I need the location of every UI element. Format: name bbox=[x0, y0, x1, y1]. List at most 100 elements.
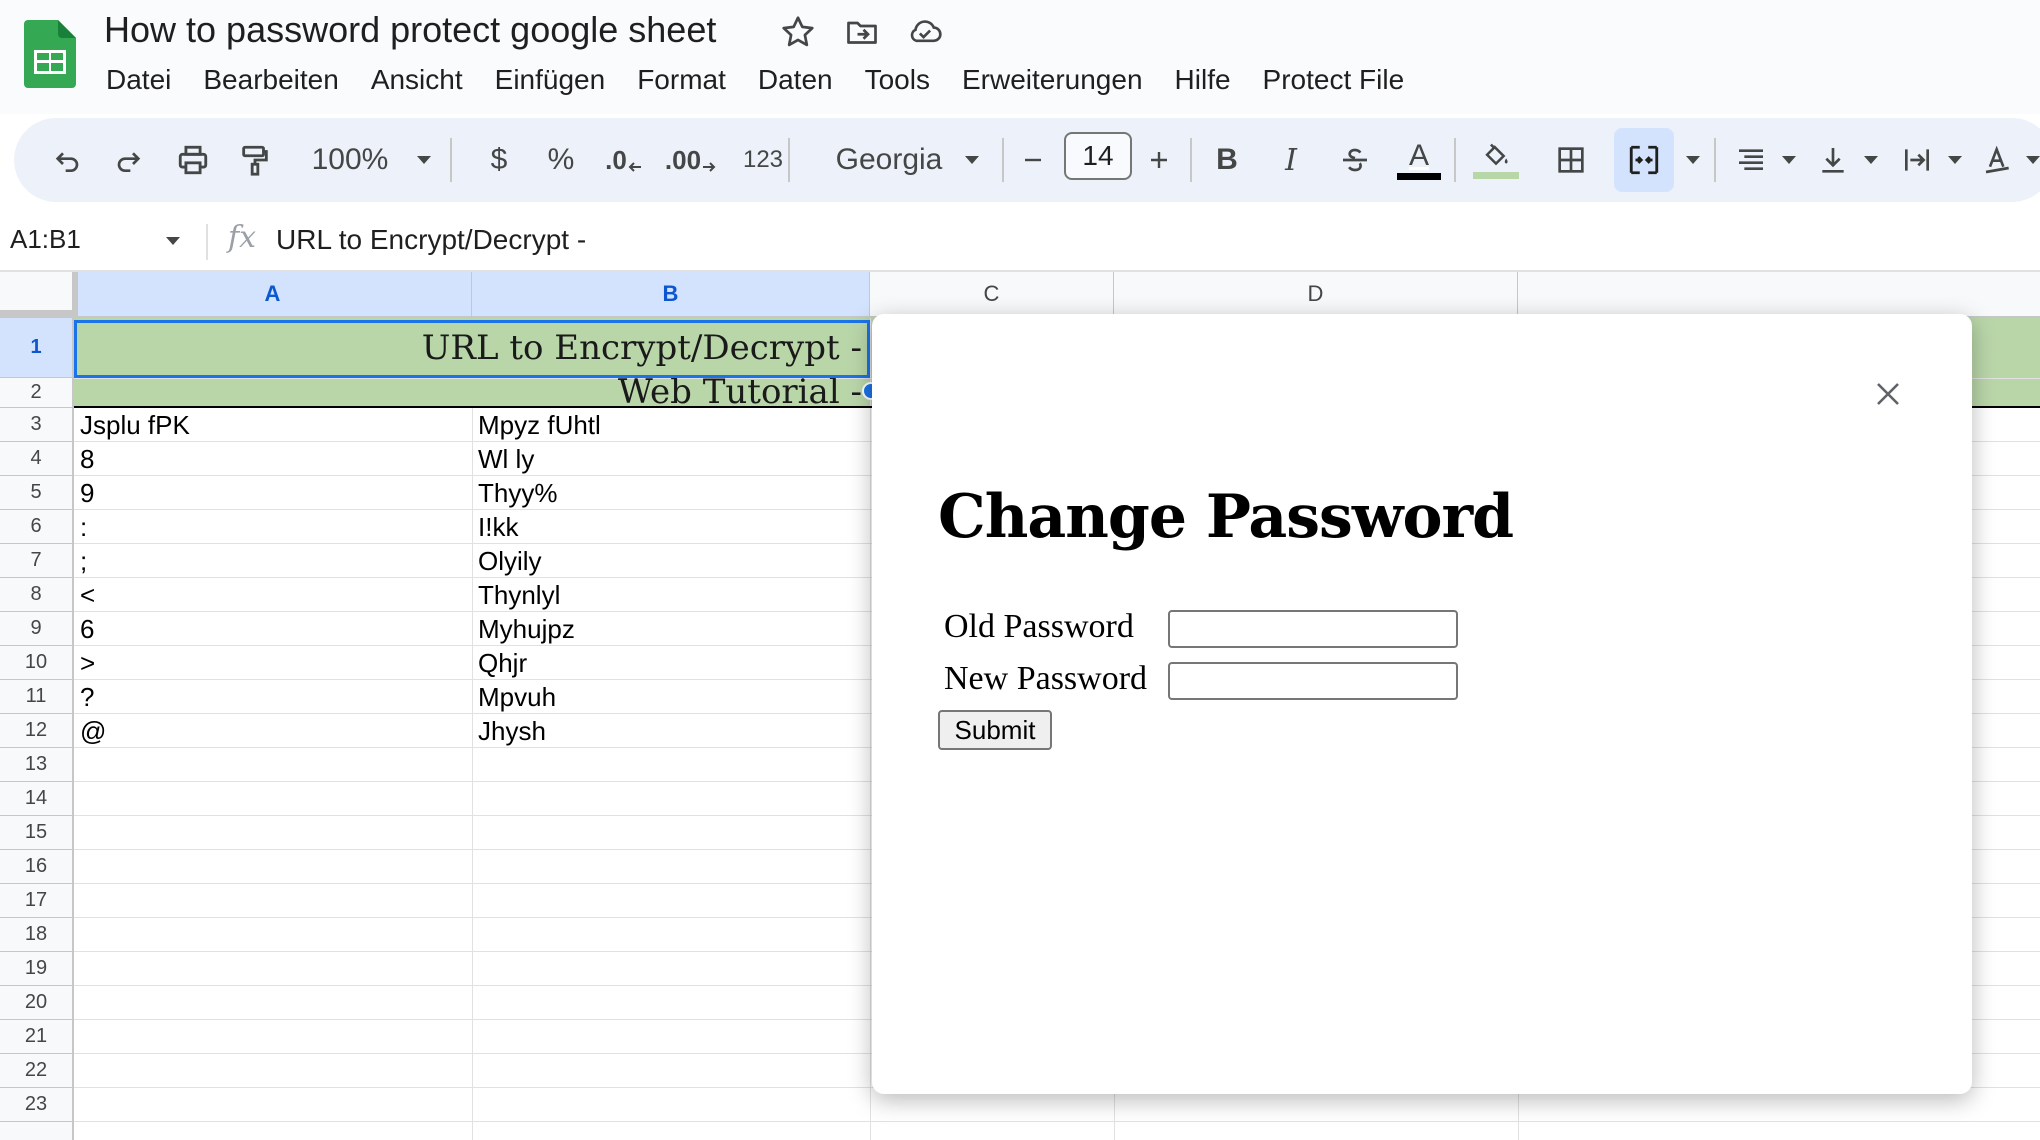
row-header[interactable]: 23 bbox=[0, 1088, 72, 1122]
new-password-field[interactable] bbox=[1168, 662, 1458, 700]
menu-format[interactable]: Format bbox=[637, 58, 726, 102]
cell-b[interactable]: Mpvuh bbox=[478, 680, 556, 714]
cell-a[interactable]: ; bbox=[80, 544, 87, 578]
column-header-d[interactable]: D bbox=[1114, 272, 1518, 316]
row-header[interactable]: 15 bbox=[0, 816, 72, 850]
cell-a[interactable]: 6 bbox=[80, 612, 94, 646]
cell-b[interactable]: Thyy% bbox=[478, 476, 557, 510]
row-header[interactable]: 6 bbox=[0, 510, 72, 544]
menu-datei[interactable]: Datei bbox=[106, 58, 171, 102]
undo-icon[interactable] bbox=[42, 118, 92, 202]
merged-cell-a2[interactable]: Web Tutorial - bbox=[74, 372, 862, 412]
row-header[interactable]: 8 bbox=[0, 578, 72, 612]
row-header[interactable]: 4 bbox=[0, 442, 72, 476]
decrease-decimal-button[interactable]: .0 bbox=[594, 118, 654, 202]
bold-button[interactable]: B bbox=[1202, 118, 1252, 202]
close-icon[interactable] bbox=[1868, 374, 1908, 414]
row-header[interactable]: 11 bbox=[0, 680, 72, 714]
increase-decimal-button[interactable]: .00 bbox=[658, 118, 724, 202]
name-box-dropdown-icon[interactable] bbox=[164, 234, 182, 252]
fill-color-button[interactable] bbox=[1468, 118, 1524, 202]
font-dropdown-icon[interactable] bbox=[952, 118, 992, 202]
name-box[interactable]: A1:B1 bbox=[10, 224, 81, 255]
row-header[interactable]: 1 bbox=[0, 318, 72, 378]
column-header-b[interactable]: B bbox=[472, 272, 870, 316]
percent-format-button[interactable]: % bbox=[536, 118, 586, 202]
row-header[interactable]: 12 bbox=[0, 714, 72, 748]
row-header[interactable]: 7 bbox=[0, 544, 72, 578]
increase-font-size-icon[interactable] bbox=[1136, 118, 1182, 202]
column-header-c[interactable]: C bbox=[870, 272, 1114, 316]
menu-bearbeiten[interactable]: Bearbeiten bbox=[203, 58, 338, 102]
menu-hilfe[interactable]: Hilfe bbox=[1175, 58, 1231, 102]
star-icon[interactable] bbox=[780, 14, 816, 50]
menu-erweiterungen[interactable]: Erweiterungen bbox=[962, 58, 1143, 102]
cell-a[interactable]: < bbox=[80, 578, 95, 612]
document-title[interactable]: How to password protect google sheet bbox=[104, 8, 716, 52]
row-header[interactable]: 9 bbox=[0, 612, 72, 646]
text-wrapping-dropdown-icon[interactable] bbox=[1940, 118, 1970, 202]
redo-icon[interactable] bbox=[104, 118, 154, 202]
row-header[interactable]: 2 bbox=[0, 378, 72, 408]
cell-b[interactable]: Olyily bbox=[478, 544, 542, 578]
row-header[interactable]: 20 bbox=[0, 986, 72, 1020]
cloud-saved-icon[interactable] bbox=[906, 14, 942, 50]
row-header[interactable]: 10 bbox=[0, 646, 72, 680]
move-folder-icon[interactable] bbox=[844, 14, 880, 50]
cell-b[interactable]: Wl ly bbox=[478, 442, 534, 476]
cell-a[interactable]: @ bbox=[80, 714, 106, 748]
old-password-field[interactable] bbox=[1168, 610, 1458, 648]
print-icon[interactable] bbox=[168, 118, 218, 202]
row-header[interactable]: 17 bbox=[0, 884, 72, 918]
row-header[interactable]: 21 bbox=[0, 1020, 72, 1054]
horizontal-align-icon[interactable] bbox=[1726, 118, 1776, 202]
menu-einfuegen[interactable]: Einfügen bbox=[495, 58, 606, 102]
font-size-input[interactable]: 14 bbox=[1064, 132, 1132, 180]
sheets-logo-icon[interactable] bbox=[24, 20, 76, 88]
cell-a[interactable]: Jsplu fPK bbox=[80, 408, 190, 442]
cell-a[interactable]: : bbox=[80, 510, 87, 544]
row-header[interactable]: 14 bbox=[0, 782, 72, 816]
paint-format-icon[interactable] bbox=[230, 118, 280, 202]
zoom-select[interactable]: 100% bbox=[300, 118, 400, 202]
menu-daten[interactable]: Daten bbox=[758, 58, 833, 102]
decrease-font-size-icon[interactable] bbox=[1010, 118, 1056, 202]
merge-cells-icon[interactable] bbox=[1618, 118, 1670, 202]
currency-format-button[interactable]: $ bbox=[474, 118, 524, 202]
cell-b[interactable]: Thynlyl bbox=[478, 578, 560, 612]
cell-a[interactable]: 8 bbox=[80, 442, 94, 476]
cell-b[interactable]: Myhujpz bbox=[478, 612, 575, 646]
row-header[interactable]: 18 bbox=[0, 918, 72, 952]
horizontal-align-dropdown-icon[interactable] bbox=[1774, 118, 1804, 202]
menu-ansicht[interactable]: Ansicht bbox=[371, 58, 463, 102]
merge-dropdown-icon[interactable] bbox=[1678, 118, 1708, 202]
cell-a[interactable]: > bbox=[80, 646, 95, 680]
column-header-a[interactable]: A bbox=[74, 272, 472, 316]
vertical-align-dropdown-icon[interactable] bbox=[1856, 118, 1886, 202]
text-color-button[interactable]: A bbox=[1394, 118, 1444, 202]
cell-b[interactable]: Mpyz fUhtl bbox=[478, 408, 601, 442]
cell-b[interactable]: Jhysh bbox=[478, 714, 546, 748]
borders-icon[interactable] bbox=[1546, 118, 1596, 202]
cell-b[interactable]: I!kk bbox=[478, 510, 518, 544]
cell-a[interactable]: ? bbox=[80, 680, 94, 714]
italic-button[interactable]: I bbox=[1266, 118, 1316, 202]
select-all-corner[interactable] bbox=[0, 272, 78, 316]
text-rotation-dropdown-icon[interactable] bbox=[2020, 118, 2040, 202]
row-header[interactable]: 13 bbox=[0, 748, 72, 782]
zoom-dropdown-icon[interactable] bbox=[404, 118, 444, 202]
row-header[interactable]: 3 bbox=[0, 408, 72, 442]
submit-button[interactable]: Submit bbox=[938, 710, 1052, 750]
row-header[interactable]: 16 bbox=[0, 850, 72, 884]
font-family-select[interactable]: Georgia bbox=[814, 118, 964, 202]
menu-protect-file[interactable]: Protect File bbox=[1263, 58, 1405, 102]
strikethrough-icon[interactable] bbox=[1330, 118, 1380, 202]
cell-b[interactable]: Qhjr bbox=[478, 646, 527, 680]
row-header[interactable]: 22 bbox=[0, 1054, 72, 1088]
menu-tools[interactable]: Tools bbox=[865, 58, 930, 102]
row-header[interactable]: 5 bbox=[0, 476, 72, 510]
formula-input[interactable]: URL to Encrypt/Decrypt - bbox=[276, 224, 586, 256]
cell-a[interactable]: 9 bbox=[80, 476, 94, 510]
text-rotation-icon[interactable] bbox=[1976, 118, 2020, 202]
row-header[interactable]: 19 bbox=[0, 952, 72, 986]
